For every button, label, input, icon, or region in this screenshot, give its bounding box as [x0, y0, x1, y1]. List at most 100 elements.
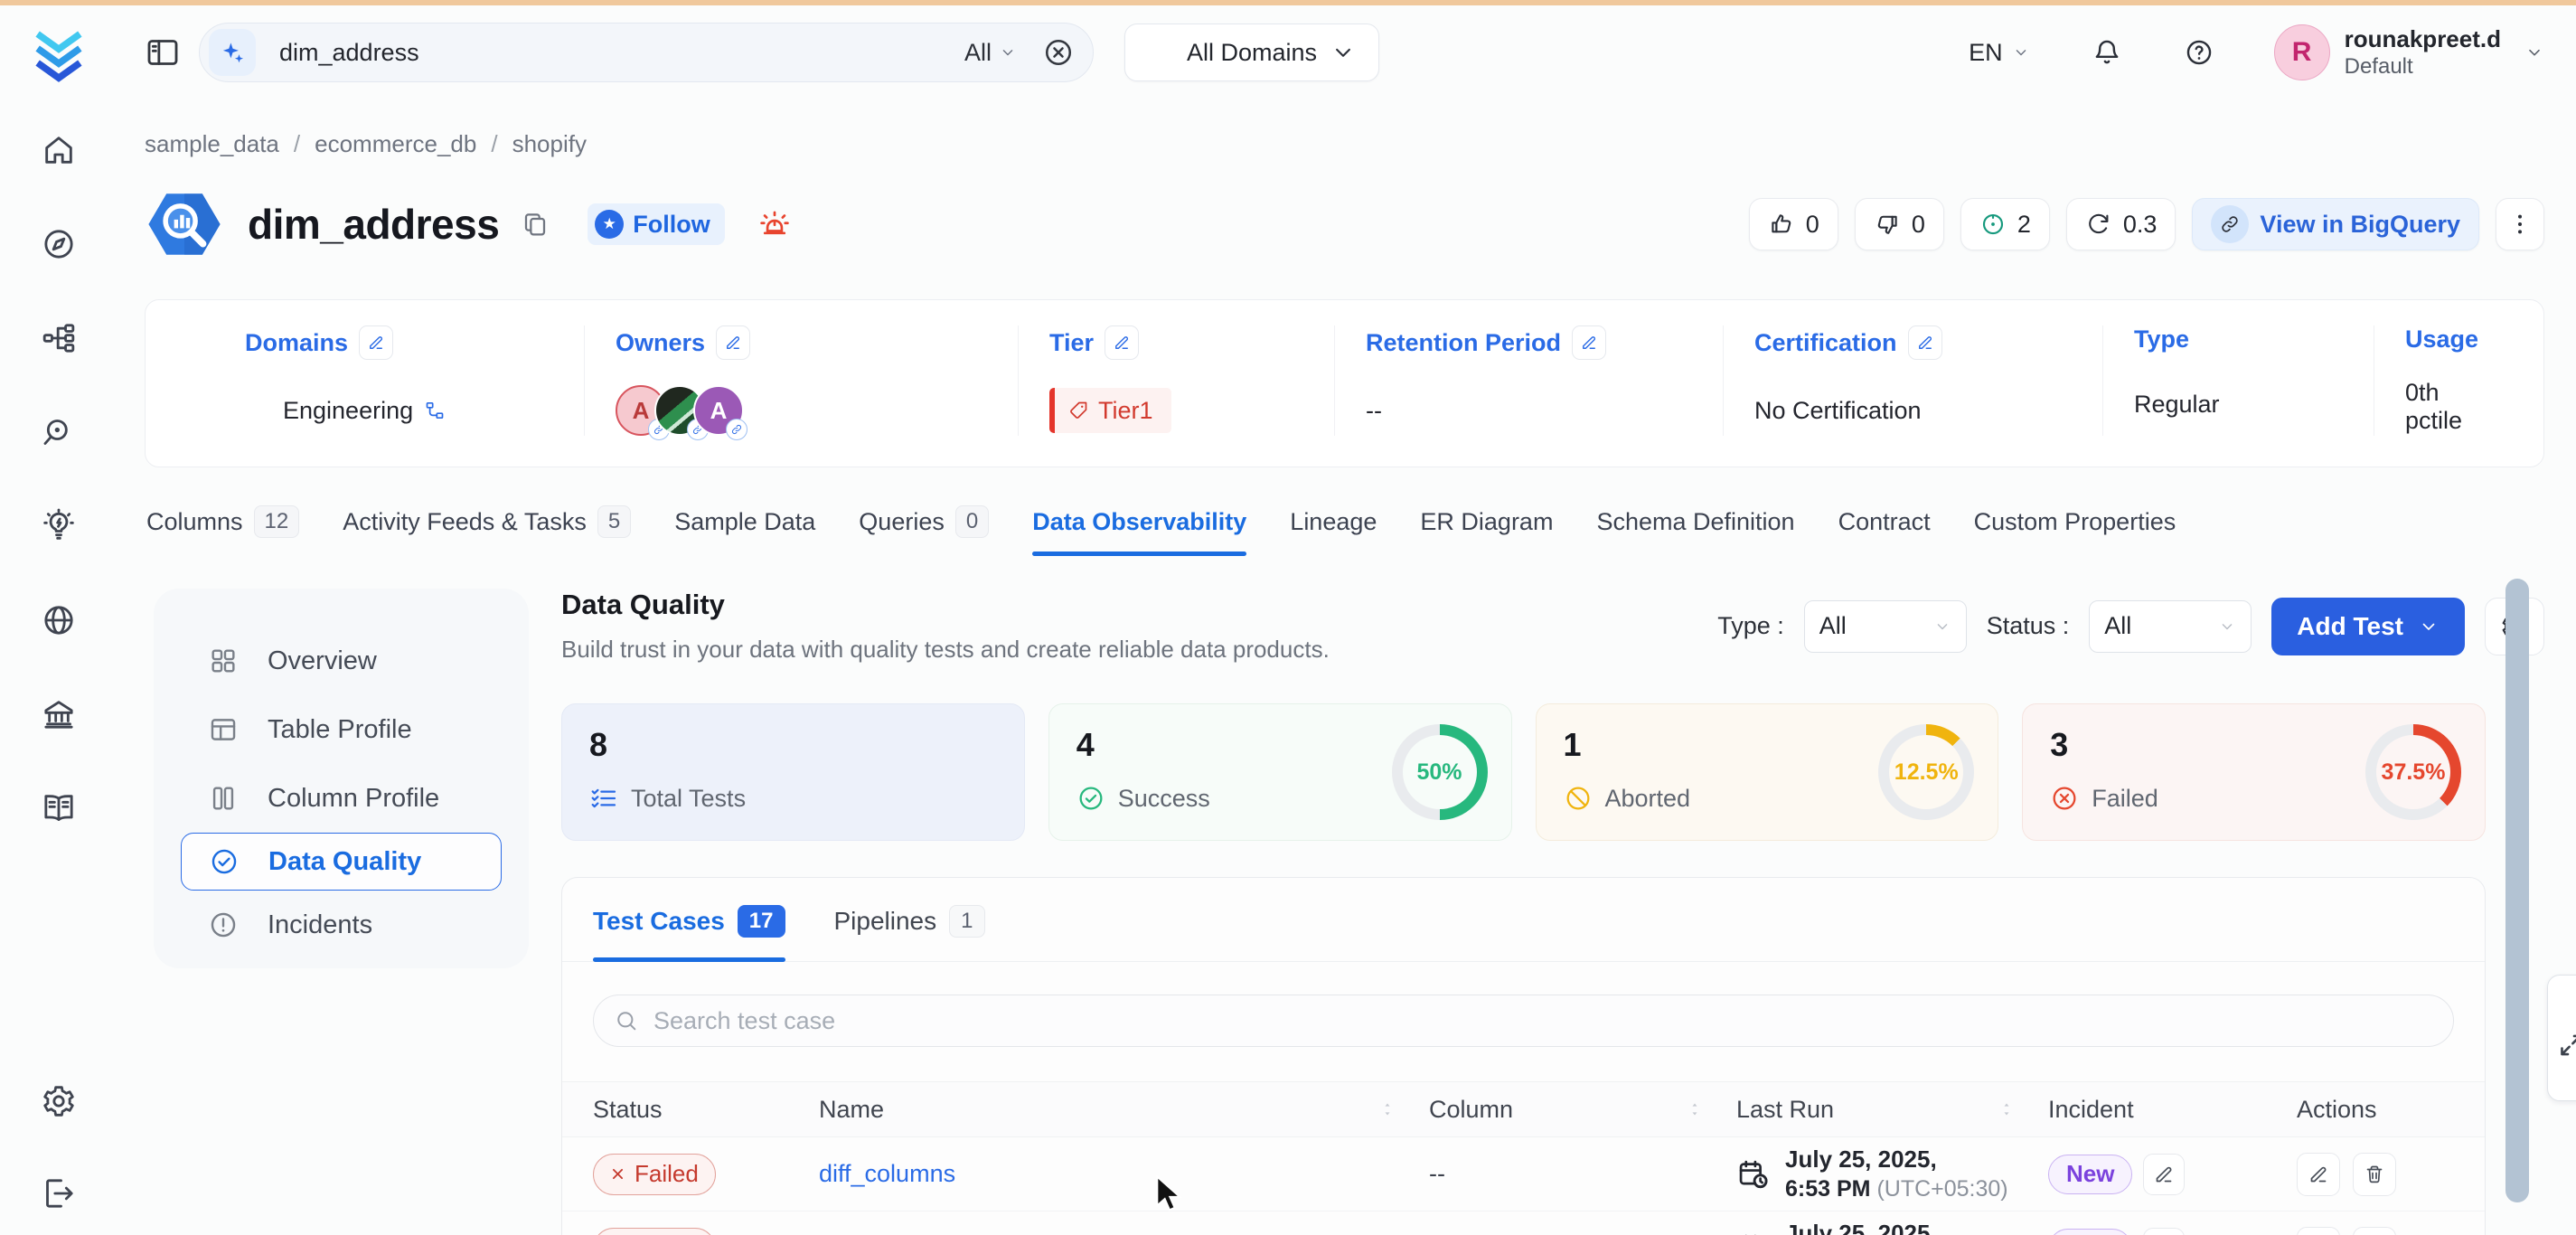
- edit-incident-button[interactable]: [2143, 1154, 2185, 1195]
- sort-column-icon[interactable]: [1686, 1098, 1704, 1121]
- checkcircle-icon: [1076, 784, 1105, 813]
- right-panel-handle[interactable]: [2547, 975, 2576, 1101]
- test-case-search[interactable]: [593, 995, 2454, 1047]
- sidebar-item-incidents[interactable]: Incidents: [154, 891, 529, 959]
- edit-tier-button[interactable]: [1105, 325, 1139, 360]
- search-input[interactable]: dim_address: [279, 39, 964, 67]
- clear-search-icon[interactable]: [1042, 36, 1075, 69]
- tab-columns[interactable]: Columns 12: [146, 505, 299, 542]
- breadcrumb-database[interactable]: ecommerce_db: [315, 130, 476, 158]
- summary-card-failed: 3 Failed 37.5%: [2022, 703, 2486, 841]
- user-menu-chevron-icon[interactable]: [2524, 42, 2544, 62]
- search-test-case-input[interactable]: [653, 1007, 2433, 1035]
- tab-contract[interactable]: Contract: [1838, 505, 1931, 542]
- home-icon[interactable]: [41, 132, 77, 168]
- sidebar-item-column-profile[interactable]: Column Profile: [154, 764, 529, 833]
- version-clock-icon: [1979, 211, 2007, 238]
- sidebar-item-label: Incidents: [268, 910, 372, 940]
- view-in-bigquery-button[interactable]: View in BigQuery: [2192, 198, 2479, 250]
- sidebar-item-data-quality[interactable]: Data Quality: [181, 833, 502, 891]
- tab-data-observability[interactable]: Data Observability: [1032, 505, 1246, 542]
- tab-activity-feeds-tasks[interactable]: Activity Feeds & Tasks 5: [343, 505, 631, 542]
- user-name: rounakpreet.d: [2345, 24, 2501, 54]
- tab-er-diagram[interactable]: ER Diagram: [1420, 505, 1553, 542]
- sidebar-item-overview[interactable]: Overview: [154, 627, 529, 695]
- follow-button[interactable]: ★ Follow: [588, 203, 724, 245]
- notifications-icon[interactable]: [2092, 37, 2122, 68]
- last-run-date: July 25, 2025,: [1785, 1145, 2008, 1174]
- logout-icon[interactable]: [41, 1175, 77, 1211]
- sidebar-item-label: Table Profile: [268, 715, 412, 745]
- domain-value[interactable]: Engineering: [283, 397, 413, 425]
- openmetadata-logo[interactable]: [33, 31, 85, 87]
- delete-test-button[interactable]: [2353, 1227, 2396, 1235]
- edit-owners-button[interactable]: [716, 325, 750, 360]
- breadcrumb-schema[interactable]: shopify: [512, 130, 587, 158]
- sidebar-item-table-profile[interactable]: Table Profile: [154, 695, 529, 764]
- incident-badge[interactable]: New: [2048, 1229, 2132, 1235]
- upvote-button[interactable]: 0: [1749, 198, 1838, 250]
- govern-icon[interactable]: [41, 696, 77, 732]
- glossary-icon[interactable]: [41, 790, 77, 826]
- percent-donut: 50%: [1392, 724, 1488, 820]
- search-scope-dropdown[interactable]: All: [964, 39, 1017, 67]
- tier-score-button[interactable]: 0.3: [2066, 198, 2176, 250]
- vertical-scrollbar[interactable]: [2505, 579, 2529, 1202]
- version-button[interactable]: 2: [1960, 198, 2050, 250]
- more-options-button[interactable]: [2496, 198, 2544, 250]
- language-selector[interactable]: EN: [1969, 39, 2030, 67]
- edit-incident-button[interactable]: [2143, 1228, 2185, 1235]
- tab-test-cases[interactable]: Test Cases 17: [593, 905, 785, 938]
- all-domains-button[interactable]: All Domains: [1124, 24, 1379, 81]
- tab-schema-definition[interactable]: Schema Definition: [1596, 505, 1794, 542]
- edit-test-button[interactable]: [2297, 1227, 2340, 1235]
- tab-lineage[interactable]: Lineage: [1290, 505, 1377, 542]
- sidebar-toggle-icon[interactable]: [145, 34, 181, 71]
- chevron-down-icon: [1933, 618, 1951, 636]
- ai-sparkle-icon[interactable]: [209, 29, 256, 76]
- metadata-type: Type Regular: [2134, 325, 2374, 436]
- test-case-link[interactable]: diff_columns: [819, 1160, 955, 1188]
- breadcrumb-service[interactable]: sample_data: [145, 130, 279, 158]
- tab-pipelines[interactable]: Pipelines 1: [834, 905, 985, 938]
- global-search-bar[interactable]: dim_address All: [199, 23, 1094, 82]
- domains-icon[interactable]: [41, 602, 77, 638]
- status-filter-select[interactable]: All: [2089, 600, 2252, 653]
- edit-retention-button[interactable]: [1572, 325, 1606, 360]
- user-info[interactable]: rounakpreet.d Default: [2345, 24, 2501, 81]
- chevron-down-icon: [1330, 39, 1357, 66]
- sort-lastrun-icon[interactable]: [1998, 1098, 2016, 1121]
- summary-label: Failed: [2092, 785, 2158, 813]
- tab-queries[interactable]: Queries 0: [859, 505, 989, 542]
- incident-badge[interactable]: New: [2048, 1155, 2132, 1194]
- entity-header: dim_address ★ Follow 0 0 2: [145, 184, 2544, 265]
- edit-certification-button[interactable]: [1908, 325, 1942, 360]
- add-test-button[interactable]: Add Test: [2271, 598, 2465, 655]
- kebab-menu-icon: [2506, 211, 2534, 238]
- explore-icon[interactable]: [41, 226, 77, 262]
- top-bar: dim_address All All Domains EN R: [145, 5, 2544, 99]
- sort-name-icon[interactable]: [1378, 1098, 1396, 1121]
- tier-badge[interactable]: Tier1: [1049, 388, 1171, 433]
- refresh-icon: [2085, 211, 2112, 238]
- help-icon[interactable]: [2184, 37, 2214, 68]
- settings-icon[interactable]: [41, 1083, 77, 1119]
- observability-icon[interactable]: [41, 414, 77, 450]
- owner-avatars[interactable]: A A: [616, 385, 744, 436]
- downvote-button[interactable]: 0: [1855, 198, 1944, 250]
- copy-name-icon[interactable]: [521, 210, 550, 239]
- summary-card-aborted: 1 Aborted 12.5%: [1536, 703, 1999, 841]
- entity-metadata-card: Domains Engineering Owners A A: [145, 299, 2544, 467]
- insights-icon[interactable]: [41, 508, 77, 544]
- delete-test-button[interactable]: [2353, 1153, 2396, 1196]
- type-filter-select[interactable]: All: [1804, 600, 1967, 653]
- user-avatar[interactable]: R: [2274, 24, 2330, 80]
- owner-avatar[interactable]: A: [693, 385, 744, 436]
- edit-domains-button[interactable]: [359, 325, 393, 360]
- platform-icon[interactable]: [41, 320, 77, 356]
- tab-custom-properties[interactable]: Custom Properties: [1974, 505, 2176, 542]
- tab-sample-data[interactable]: Sample Data: [674, 505, 815, 542]
- edit-test-button[interactable]: [2297, 1153, 2340, 1196]
- percent-donut: 37.5%: [2365, 724, 2461, 820]
- announcement-icon[interactable]: [757, 207, 792, 241]
